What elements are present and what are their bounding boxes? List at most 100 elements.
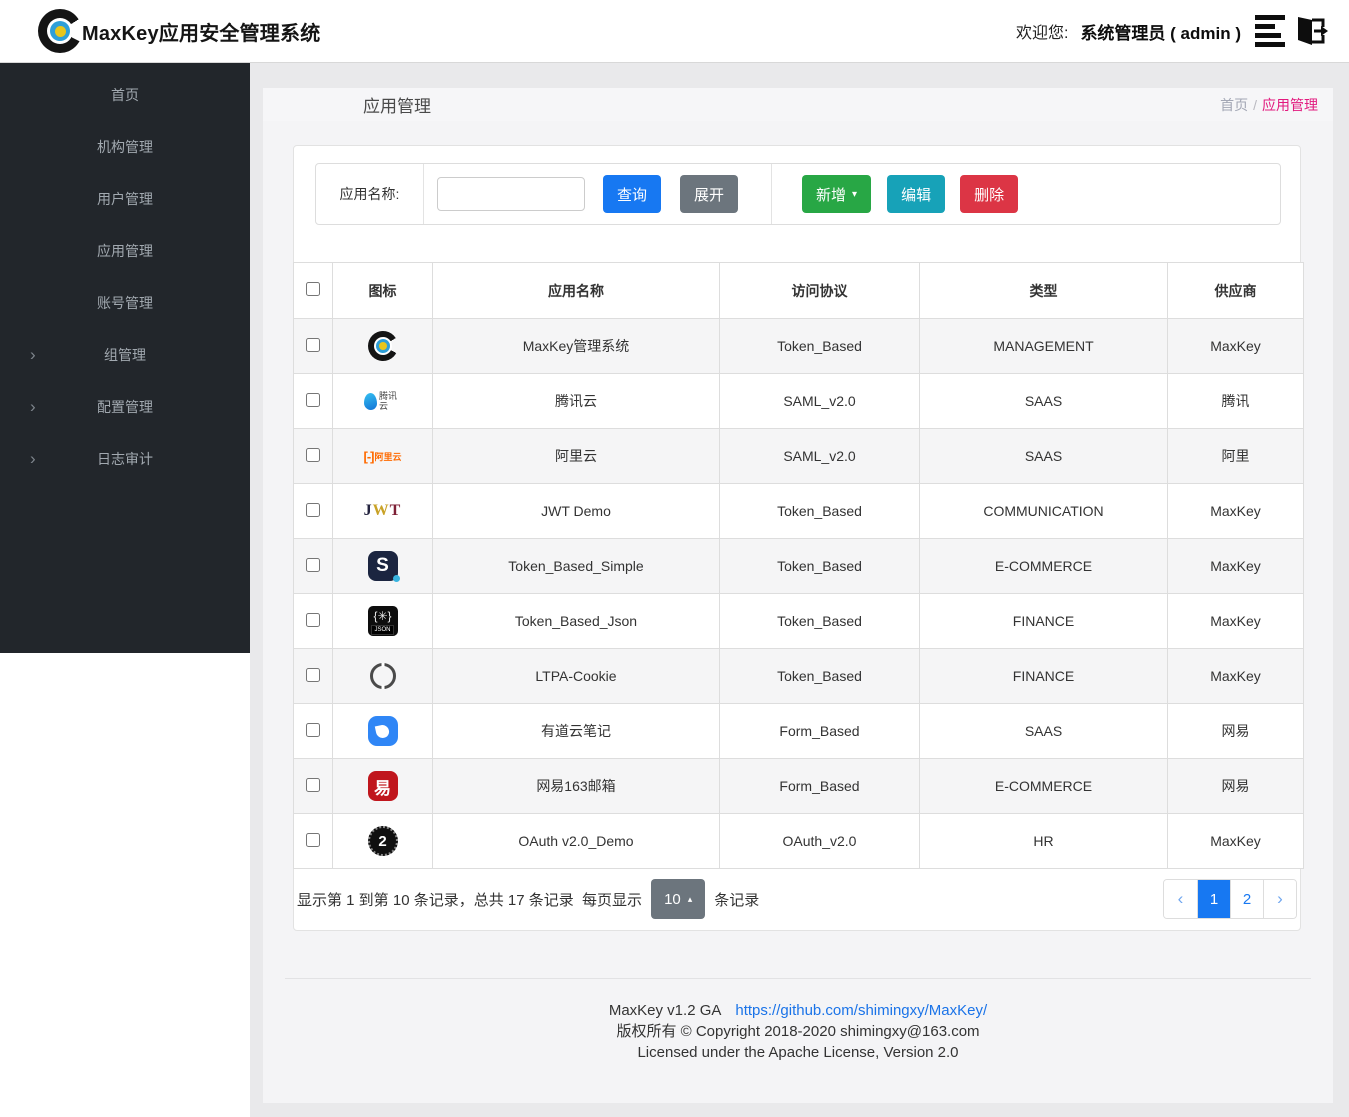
row-checkbox[interactable] [306, 777, 320, 792]
navbar-right: 欢迎您: 系统管理员 ( admin ) [1016, 13, 1329, 49]
col-header-protocol: 访问协议 [719, 262, 920, 319]
sidebar-item-apps[interactable]: 应用管理 [0, 225, 250, 277]
github-link[interactable]: https://github.com/shimingxy/MaxKey/ [735, 1002, 987, 1019]
row-checkbox[interactable] [306, 612, 320, 627]
table-row[interactable]: {✳} JSON Token_Based_Json Token_Based FIN… [293, 593, 1304, 649]
ltpa-ring-icon [369, 663, 396, 689]
app-table: 图标 应用名称 访问协议 类型 供应商 MaxKey管理系统 Token_Bas… [293, 262, 1304, 869]
json-icon: {✳} JSON [367, 606, 398, 636]
app-vendor: 阿里 [1167, 428, 1304, 484]
table-row[interactable]: MaxKey管理系统 Token_Based MANAGEMENT MaxKey [293, 318, 1304, 374]
app-name: 网易163邮箱 [432, 758, 720, 814]
breadcrumb-current: 应用管理 [1262, 96, 1318, 113]
page-button-1[interactable]: 1 [1197, 880, 1230, 918]
table-row[interactable]: 易 网易163邮箱 Form_Based E-COMMERCE 网易 [293, 758, 1304, 814]
table-row[interactable]: [-] 阿里云 阿里云 SAML_v2.0 SAAS 阿里 [293, 428, 1304, 484]
list-icon[interactable] [1255, 15, 1285, 47]
add-button[interactable]: 新增 ▾ [802, 175, 872, 213]
table-row[interactable]: S Token_Based_Simple Token_Based E-COMME… [293, 538, 1304, 594]
app-protocol: Form_Based [719, 703, 920, 759]
table-row[interactable]: 2 OAuth v2.0_Demo OAuth_v2.0 HR MaxKey [293, 813, 1304, 869]
app-protocol: Form_Based [719, 758, 920, 814]
netease-163-icon: 易 [367, 771, 398, 801]
app-protocol: Token_Based [719, 648, 920, 704]
breadcrumb-separator: / [1253, 96, 1257, 113]
app-name-input[interactable] [437, 177, 585, 211]
table-header-row: 图标 应用名称 访问协议 类型 供应商 [293, 262, 1304, 319]
current-user: 系统管理员 ( admin ) [1080, 23, 1241, 43]
col-header-type: 类型 [919, 262, 1168, 319]
logout-icon[interactable] [1291, 13, 1329, 49]
sidebar-item-audit[interactable]: › 日志审计 [0, 433, 250, 485]
sidebar-item-users[interactable]: 用户管理 [0, 173, 250, 225]
app-type: SAAS [919, 373, 1168, 429]
row-checkbox[interactable] [306, 447, 320, 462]
row-checkbox[interactable] [306, 832, 320, 847]
app-vendor: MaxKey [1167, 318, 1304, 374]
expand-button[interactable]: 展开 [680, 175, 739, 213]
breadcrumb-home-link[interactable]: 首页 [1220, 97, 1248, 113]
app-name: MaxKey管理系统 [432, 318, 720, 374]
app-protocol: Token_Based [719, 538, 920, 594]
app-type: COMMUNICATION [919, 483, 1168, 539]
row-checkbox[interactable] [306, 557, 320, 572]
footer-copyright: 版权所有 © Copyright 2018-2020 shimingxy@163… [616, 1023, 980, 1040]
app-name: OAuth v2.0_Demo [432, 813, 720, 869]
table-row[interactable]: LTPA-Cookie Token_Based FINANCE MaxKey [293, 648, 1304, 704]
token-simple-icon: S [367, 551, 400, 582]
sidebar-item-groups[interactable]: › 组管理 [0, 329, 250, 381]
app-name: 阿里云 [432, 428, 720, 484]
sidebar-item-org[interactable]: 机构管理 [0, 121, 250, 173]
select-all-checkbox[interactable] [306, 282, 320, 296]
page-header: 应用管理 首页 / 应用管理 [263, 88, 1333, 121]
pagination-group: ‹ 1 2 › [1163, 879, 1297, 919]
table-row[interactable]: 腾讯云 腾讯云 SAML_v2.0 SAAS 腾讯 [293, 373, 1304, 429]
page-button-2[interactable]: 2 [1230, 880, 1263, 918]
page-size-dropdown[interactable]: 10 ▴ [651, 879, 706, 919]
pagination-bar: 显示第 1 到第 10 条记录，总共 17 条记录 每页显示 10 ▴ 条记录 ‹… [294, 868, 1302, 930]
row-checkbox[interactable] [306, 502, 320, 517]
welcome-label: 欢迎您: [1015, 25, 1069, 42]
toolbar-divider [771, 164, 773, 224]
col-header-icon: 图标 [332, 262, 433, 319]
content-card: 应用名称: 查询 展开 新增 ▾ 编辑 删除 图标 应用名称 访问协议 类型 供… [293, 145, 1304, 931]
app-protocol: Token_Based [719, 483, 920, 539]
sidebar-item-home[interactable]: 首页 [0, 69, 250, 121]
brand: MaxKey应用安全管理系统 [38, 9, 320, 53]
edit-button[interactable]: 编辑 [887, 175, 946, 213]
maxkey-logo-icon [38, 9, 82, 53]
next-page-button[interactable]: › [1263, 880, 1296, 918]
row-checkbox[interactable] [306, 667, 320, 682]
prev-page-button[interactable]: ‹ [1164, 880, 1197, 918]
app-name: 有道云笔记 [432, 703, 720, 759]
caret-down-icon: ▾ [852, 188, 858, 200]
chevron-right-icon: › [30, 397, 36, 416]
app-protocol: Token_Based [719, 593, 920, 649]
app-name: Token_Based_Json [432, 593, 720, 649]
app-protocol: OAuth_v2.0 [719, 813, 920, 869]
app-protocol: SAML_v2.0 [719, 428, 920, 484]
chevron-right-icon: › [30, 449, 36, 468]
app-vendor: MaxKey [1167, 483, 1304, 539]
youdao-note-icon [367, 716, 398, 746]
delete-button[interactable]: 删除 [960, 175, 1019, 213]
row-checkbox[interactable] [306, 337, 320, 352]
tencent-cloud-icon: 腾讯云 [364, 391, 401, 411]
app-type: FINANCE [919, 648, 1168, 704]
main-background: 应用管理 首页 / 应用管理 应用名称: 查询 展开 新增 ▾ 编辑 删除 图标… [250, 63, 1349, 1117]
maxkey-logo-icon [367, 331, 398, 361]
app-name-label: 应用名称: [316, 164, 424, 224]
query-button[interactable]: 查询 [603, 175, 662, 213]
app-protocol: Token_Based [719, 318, 920, 374]
app-type: E-COMMERCE [919, 538, 1168, 594]
table-row[interactable]: JWT JWT Demo Token_Based COMMUNICATION M… [293, 483, 1304, 539]
row-checkbox[interactable] [306, 722, 320, 737]
sidebar-item-config[interactable]: › 配置管理 [0, 381, 250, 433]
page-title: 应用管理 [363, 97, 431, 116]
breadcrumb: 首页 / 应用管理 [1220, 95, 1318, 115]
row-checkbox[interactable] [306, 392, 320, 407]
sidebar-item-accounts[interactable]: 账号管理 [0, 277, 250, 329]
table-row[interactable]: 有道云笔记 Form_Based SAAS 网易 [293, 703, 1304, 759]
content-wrapper: 应用管理 首页 / 应用管理 应用名称: 查询 展开 新增 ▾ 编辑 删除 图标… [263, 88, 1333, 1103]
app-vendor: 腾讯 [1167, 373, 1304, 429]
